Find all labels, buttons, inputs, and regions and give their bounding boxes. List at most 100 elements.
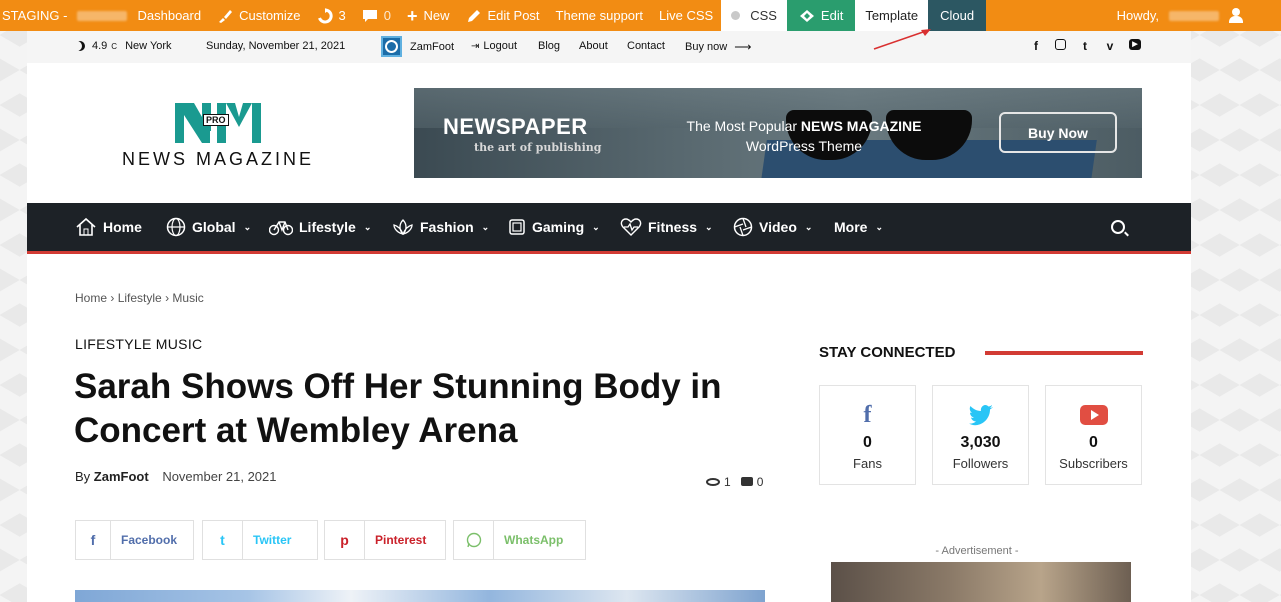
site-name-link[interactable]: STAGING - Dashboard — [0, 0, 209, 31]
template-label: Template — [865, 8, 919, 23]
plus-icon: + — [406, 5, 418, 26]
customize-label: Customize — [239, 8, 301, 23]
article-date: November 21, 2021 — [162, 469, 277, 484]
account-menu[interactable]: Howdy, — [1117, 8, 1281, 23]
youtube-icon[interactable]: ▶ — [1129, 39, 1141, 50]
topbar-link-about[interactable]: About — [579, 40, 608, 52]
byline-prefix: By — [75, 469, 91, 484]
breadcrumb-lifestyle[interactable]: Lifestyle — [118, 291, 162, 305]
redacted-site-name — [77, 10, 128, 21]
header-banner-ad[interactable]: NEWSPAPER the art of publishing The Most… — [414, 88, 1142, 178]
social-counter-twitter[interactable]: 3,030 Followers — [932, 385, 1029, 485]
author-link[interactable]: ZamFoot — [94, 469, 149, 484]
weather-temp: 4.9 — [92, 40, 108, 52]
nav-label-video: Video — [759, 219, 797, 235]
breadcrumb-home[interactable]: Home — [75, 291, 107, 305]
user-link[interactable]: ZamFoot — [381, 36, 454, 57]
page-container: 4.9 C New York Sunday, November 21, 2021… — [27, 31, 1191, 602]
updates-icon — [317, 7, 333, 23]
article-categories[interactable]: LIFESTYLE MUSIC — [75, 336, 202, 352]
template-button[interactable]: Template — [855, 0, 929, 31]
article-stats: 1 0 — [706, 475, 763, 489]
nav-item-fitness[interactable]: Fitness ⌄ — [620, 203, 713, 251]
nav-item-home[interactable]: Home — [75, 203, 142, 251]
comment-icon — [362, 9, 377, 22]
user-name: ZamFoot — [410, 40, 455, 53]
share-whatsapp-button[interactable]: WhatsApp — [453, 520, 586, 560]
customize-link[interactable]: Customize — [209, 0, 308, 31]
youtube-icon — [1046, 398, 1141, 432]
breadcrumb-music[interactable]: Music — [172, 291, 203, 305]
whatsapp-icon — [454, 521, 494, 559]
facebook-fans-label: Fans — [853, 456, 882, 471]
nav-item-gaming[interactable]: Gaming ⌄ — [508, 203, 600, 251]
article-title: Sarah Shows Off Her Stunning Body in Con… — [74, 367, 722, 450]
comment-icon — [740, 477, 753, 486]
share-pinterest-button[interactable]: p Pinterest — [324, 520, 446, 560]
css-label: CSS — [750, 8, 777, 23]
cloud-button[interactable]: Cloud — [928, 0, 987, 31]
banner-pitch-bold: NEWS MAGAZINE — [800, 118, 922, 134]
dashboard-label: Dashboard — [137, 8, 202, 23]
nav-item-global[interactable]: Global ⌄ — [166, 203, 251, 251]
twitter-bird-glyph — [968, 404, 993, 426]
comments-link[interactable]: 0 — [354, 0, 399, 31]
admin-bar: STAGING - Dashboard Customize 3 0 + New … — [0, 0, 1281, 31]
edit-post-link[interactable]: Edit Post — [458, 0, 548, 31]
logout-label: Logout — [483, 40, 518, 52]
about-label: About — [579, 40, 608, 52]
aperture-icon — [733, 217, 753, 237]
comments-counter[interactable]: 0 — [740, 475, 763, 489]
topbar-link-contact[interactable]: Contact — [627, 40, 665, 52]
search-icon[interactable] — [1111, 220, 1125, 234]
youtube-subscribers-count: 0 — [1089, 434, 1098, 451]
moon-icon — [75, 41, 85, 51]
updates-count: 3 — [338, 8, 346, 23]
nav-item-more[interactable]: More ⌄ — [834, 203, 883, 251]
chevron-down-icon: ⌄ — [875, 221, 883, 232]
sidebar-ad-image[interactable] — [831, 562, 1131, 602]
logout-link[interactable]: ⇥ Logout — [471, 40, 517, 52]
heartbeat-icon — [620, 218, 642, 236]
twitter-followers-label: Followers — [952, 456, 1009, 471]
nav-label-fitness: Fitness — [648, 219, 698, 235]
social-counter-youtube[interactable]: 0 Subscribers — [1045, 385, 1142, 485]
section-title-underline — [985, 351, 1143, 355]
share-twitter-button[interactable]: t Twitter — [202, 520, 318, 560]
banner-buy-now-button[interactable]: Buy Now — [999, 112, 1117, 153]
new-content-link[interactable]: + New — [399, 0, 458, 31]
banner-pitch-pre: The Most Popular — [686, 118, 801, 134]
nav-item-video[interactable]: Video ⌄ — [733, 203, 812, 251]
twitter-icon[interactable]: t — [1079, 39, 1091, 53]
chevron-down-icon: ⌄ — [804, 221, 813, 232]
facebook-icon[interactable]: f — [1030, 39, 1042, 53]
topbar-link-buy-now[interactable]: Buy now ⟶ — [685, 40, 751, 54]
chevron-down-icon: ⌄ — [705, 221, 713, 232]
status-dot-icon — [731, 11, 741, 20]
live-css-link[interactable]: Live CSS — [651, 0, 721, 31]
css-button[interactable]: CSS — [721, 0, 787, 31]
theme-support-link[interactable]: Theme support — [548, 0, 651, 31]
vimeo-icon[interactable]: v — [1104, 39, 1116, 53]
contact-label: Contact — [627, 40, 665, 52]
twitter-icon — [933, 398, 1028, 432]
nav-label-more: More — [834, 219, 868, 235]
edit-button[interactable]: Edit — [786, 0, 856, 31]
nav-item-lifestyle[interactable]: Lifestyle ⌄ — [269, 203, 371, 251]
buy-now-label: Buy now — [685, 41, 728, 53]
topbar-link-blog[interactable]: Blog — [538, 40, 560, 52]
composer-icon — [799, 9, 814, 22]
updates-link[interactable]: 3 — [309, 0, 354, 31]
logo-pro-badge: PRO — [203, 114, 229, 126]
date-text: Sunday, November 21, 2021 — [206, 40, 346, 52]
share-facebook-button[interactable]: f Facebook — [75, 520, 194, 560]
new-label: New — [423, 8, 450, 23]
nav-item-fashion[interactable]: Fashion ⌄ — [392, 203, 489, 251]
live-css-label: Live CSS — [658, 8, 714, 23]
social-counter-facebook[interactable]: f 0 Fans — [819, 385, 916, 485]
nav-label-fashion: Fashion — [420, 219, 474, 235]
instagram-icon[interactable] — [1055, 39, 1066, 50]
twitter-icon: t — [203, 521, 243, 559]
share-whatsapp-label: WhatsApp — [504, 533, 564, 547]
chevron-down-icon: ⌄ — [243, 221, 252, 232]
